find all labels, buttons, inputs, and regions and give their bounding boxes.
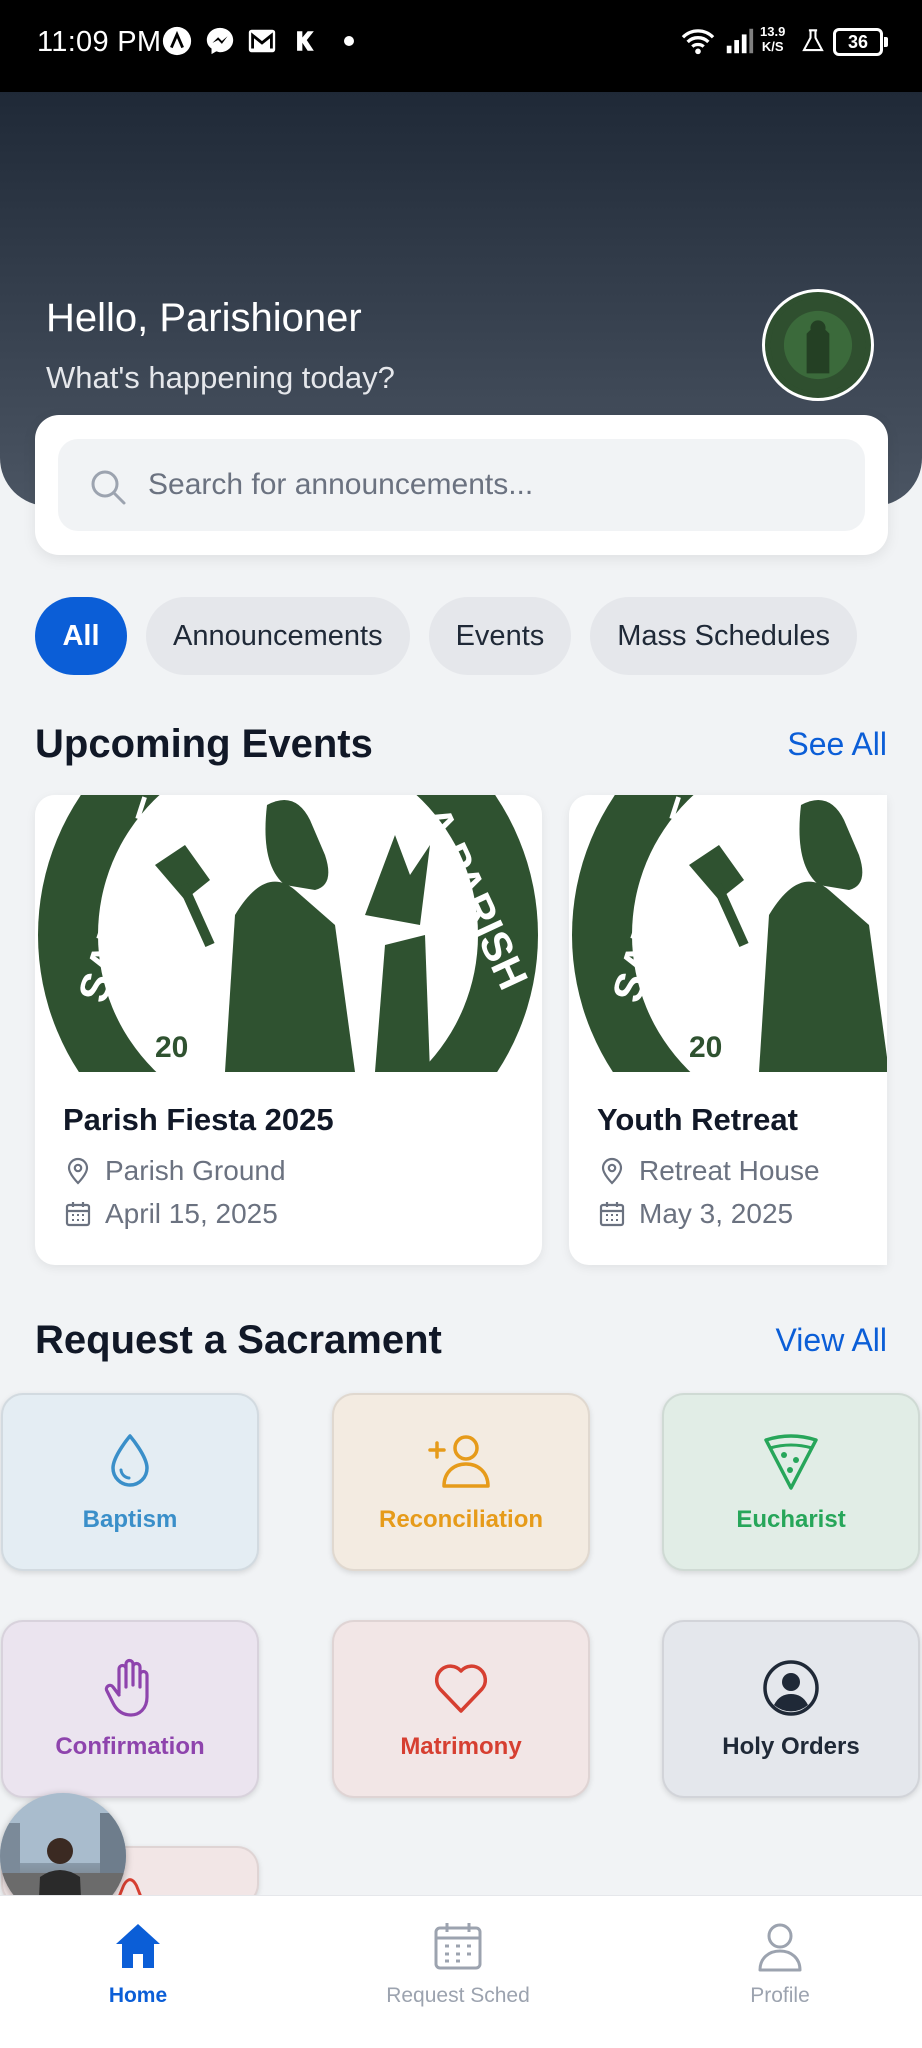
lab-flask-icon xyxy=(796,24,830,58)
greeting-title: Hello, Parishioner xyxy=(46,296,362,340)
filter-chip-all[interactable]: All xyxy=(35,597,127,675)
sacrament-label: Eucharist xyxy=(736,1506,846,1533)
sacrament-label: Holy Orders xyxy=(722,1733,860,1760)
nav-label: Home xyxy=(108,1984,168,2007)
filter-chip-mass-schedules[interactable]: Mass Schedules xyxy=(590,597,858,675)
pizza-slice-icon xyxy=(764,1434,818,1490)
search-icon xyxy=(91,470,126,505)
network-speed: 13.9 K/S xyxy=(760,24,786,54)
messenger-icon xyxy=(203,24,237,58)
event-location: Retreat House xyxy=(597,1155,820,1187)
filter-chip-announcements[interactable]: Announcements xyxy=(146,597,410,675)
nav-label: Request Sched xyxy=(386,1984,530,2007)
event-date-text: May 3, 2025 xyxy=(639,1198,794,1229)
sacrament-label: Reconciliation xyxy=(378,1506,544,1533)
request-sacrament-title: Request a Sacrament xyxy=(35,1318,442,1362)
signal-icon xyxy=(722,24,756,58)
event-date-text: April 15, 2025 xyxy=(105,1198,278,1229)
upcoming-events-title: Upcoming Events xyxy=(35,722,373,766)
logo-year-left: 20 xyxy=(689,1031,722,1064)
user-plus-icon xyxy=(428,1435,490,1488)
event-card[interactable]: SAN JOSE A PARISH 20 16 Parish Fiesta 20… xyxy=(35,795,542,1265)
user-icon xyxy=(758,1923,802,1972)
logo-year-left: 20 xyxy=(155,1031,188,1064)
sacrament-matrimony[interactable]: Matrimony xyxy=(332,1620,590,1798)
nav-profile[interactable]: Profile xyxy=(680,1918,880,2008)
calendar-icon xyxy=(599,1202,625,1227)
filter-chips: All Announcements Events Mass Schedules xyxy=(35,597,858,675)
sacrament-holy-orders[interactable]: Holy Orders xyxy=(662,1620,920,1798)
greeting-subtitle: What's happening today? xyxy=(46,360,395,395)
location-pin-icon xyxy=(601,1157,623,1185)
hand-icon xyxy=(104,1658,149,1717)
event-title: Youth Retreat xyxy=(597,1102,798,1137)
sacrament-reconciliation[interactable]: Reconciliation xyxy=(332,1393,590,1571)
sacrament-eucharist[interactable]: Eucharist xyxy=(662,1393,920,1571)
event-location-text: Parish Ground xyxy=(105,1155,286,1186)
home-icon xyxy=(116,1924,160,1968)
nav-home[interactable]: Home xyxy=(38,1918,238,2008)
kick-icon xyxy=(288,24,322,58)
event-location: Parish Ground xyxy=(63,1155,286,1187)
event-date: May 3, 2025 xyxy=(597,1198,793,1230)
notification-dot xyxy=(344,36,354,46)
sacrament-label: Matrimony xyxy=(400,1733,522,1760)
event-card[interactable]: SAN JOSE 20 Youth Retreat Retreat House … xyxy=(569,795,887,1265)
sacrament-label: Confirmation xyxy=(55,1733,205,1760)
nav-label: Profile xyxy=(750,1984,810,2007)
app-a-icon xyxy=(160,24,194,58)
event-date: April 15, 2025 xyxy=(63,1198,278,1230)
event-image: SAN JOSE 20 xyxy=(569,795,887,1072)
nav-request-sched[interactable]: Request Sched xyxy=(358,1918,558,2008)
status-time: 11:09 PM xyxy=(37,26,162,58)
view-all-link[interactable]: View All xyxy=(776,1322,887,1359)
battery-indicator: 36 xyxy=(833,28,888,56)
water-drop-icon xyxy=(111,1434,149,1487)
see-all-link[interactable]: See All xyxy=(787,726,887,763)
heart-icon xyxy=(434,1664,488,1713)
sacrament-confirmation[interactable]: Confirmation xyxy=(1,1620,259,1798)
search-box[interactable] xyxy=(58,439,865,531)
status-bar: 11:09 PM 13.9 K/S 36 xyxy=(0,0,922,92)
wifi-icon xyxy=(678,24,718,58)
user-circle-icon xyxy=(763,1660,819,1716)
calendar-icon xyxy=(65,1202,91,1227)
search-input[interactable] xyxy=(148,459,838,511)
calendar-icon xyxy=(434,1923,482,1970)
event-title: Parish Fiesta 2025 xyxy=(63,1102,334,1137)
sacrament-label: Baptism xyxy=(82,1506,178,1533)
event-image: SAN JOSE A PARISH 20 16 xyxy=(35,795,542,1072)
parish-logo-avatar[interactable] xyxy=(762,289,874,401)
sacrament-baptism[interactable]: Baptism xyxy=(1,1393,259,1571)
filter-chip-events[interactable]: Events xyxy=(428,597,572,675)
event-location-text: Retreat House xyxy=(639,1155,820,1186)
location-pin-icon xyxy=(67,1157,89,1185)
bottom-navigation: Home Request Sched Profile xyxy=(0,1895,922,2048)
search-card xyxy=(35,415,888,555)
gmail-m-icon xyxy=(245,24,279,58)
